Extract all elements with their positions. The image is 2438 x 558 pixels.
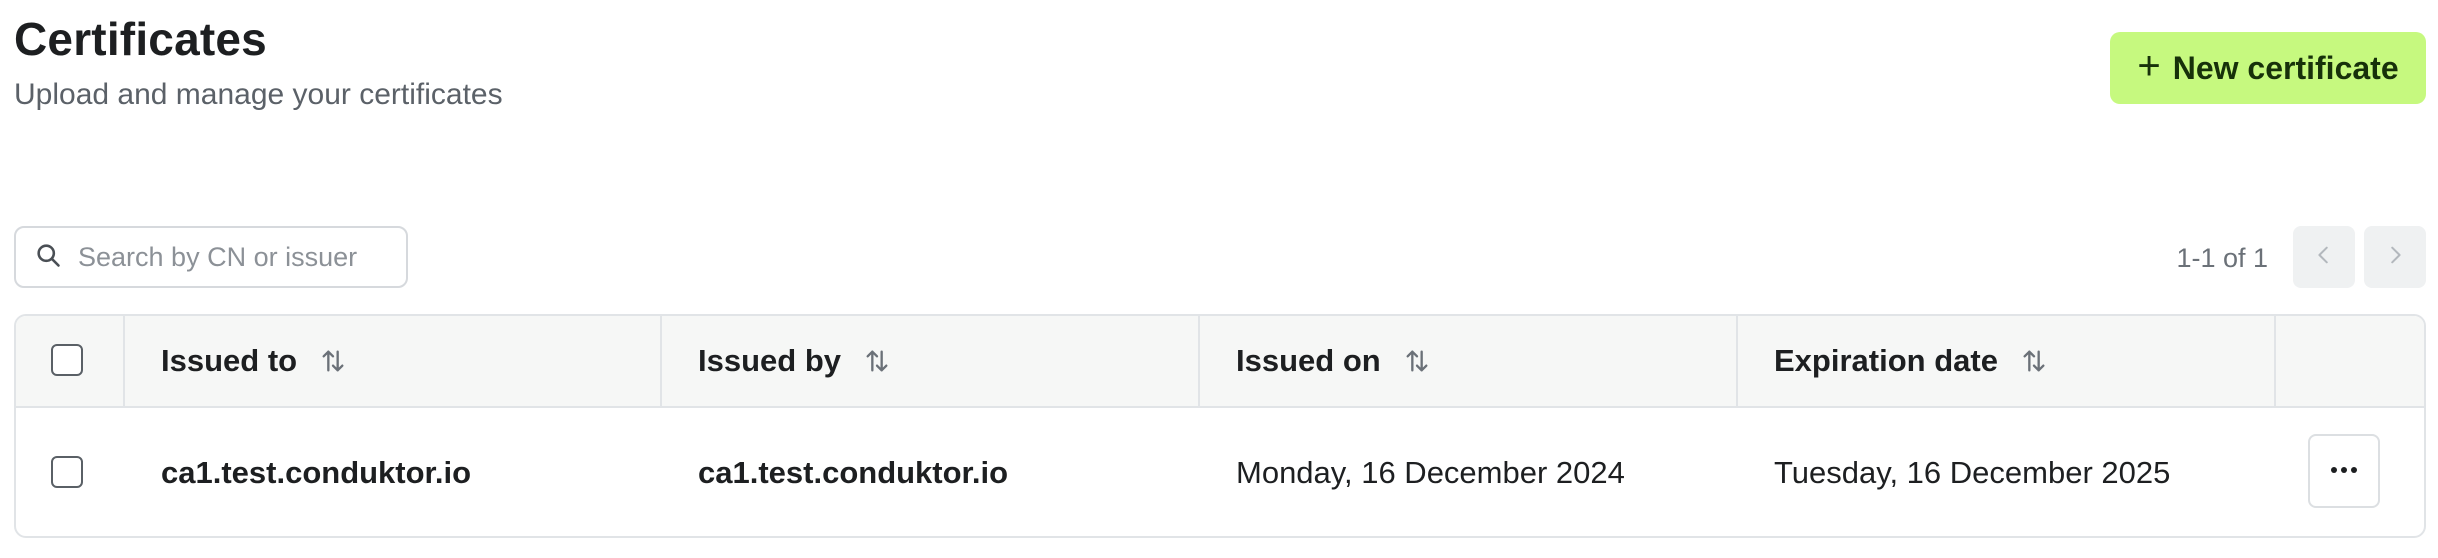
- column-divider: [2274, 316, 2276, 406]
- row-actions-button[interactable]: [2308, 434, 2380, 508]
- table-header: Issued to Issued by Issued on Expiration…: [16, 316, 2424, 408]
- search-input[interactable]: [76, 240, 380, 274]
- page-title: Certificates: [14, 13, 267, 65]
- column-header-label: Expiration date: [1774, 343, 1998, 378]
- chevron-left-icon: [2313, 244, 2335, 271]
- sort-icon: [863, 347, 891, 375]
- search-box[interactable]: [14, 226, 408, 288]
- pagination-range: 1-1 of 1: [2176, 243, 2268, 273]
- column-header-label: Issued on: [1236, 343, 1381, 378]
- chevron-right-icon: [2384, 244, 2406, 271]
- new-certificate-label: New certificate: [2172, 49, 2399, 86]
- next-page-button[interactable]: [2364, 226, 2426, 288]
- row-select-checkbox[interactable]: [51, 456, 83, 488]
- column-header-issued-to[interactable]: Issued to: [161, 316, 347, 406]
- column-divider: [1198, 316, 1200, 406]
- new-certificate-button[interactable]: + New certificate: [2110, 32, 2426, 104]
- previous-page-button[interactable]: [2293, 226, 2355, 288]
- column-divider: [123, 316, 125, 406]
- cell-issued-to: ca1.test.conduktor.io: [161, 455, 472, 490]
- column-divider: [1736, 316, 1738, 406]
- column-divider: [660, 316, 662, 406]
- cell-issued-by: ca1.test.conduktor.io: [698, 455, 1009, 490]
- select-all-checkbox[interactable]: [51, 344, 83, 376]
- column-header-issued-by[interactable]: Issued by: [698, 316, 891, 406]
- sort-icon: [2020, 347, 2048, 375]
- sort-icon: [319, 347, 347, 375]
- page-subtitle: Upload and manage your certificates: [14, 78, 503, 111]
- column-header-expiration-date[interactable]: Expiration date: [1774, 316, 2048, 406]
- cell-expiration-date: Tuesday, 16 December 2025: [1774, 455, 2171, 490]
- certificates-table: Issued to Issued by Issued on Expiration…: [14, 314, 2426, 538]
- column-header-issued-on[interactable]: Issued on: [1236, 316, 1431, 406]
- more-horizontal-icon: [2329, 462, 2359, 480]
- search-icon: [34, 241, 62, 274]
- cell-issued-on: Monday, 16 December 2024: [1236, 455, 1625, 490]
- sort-icon: [1403, 347, 1431, 375]
- column-header-label: Issued to: [161, 343, 298, 378]
- plus-icon: +: [2137, 44, 2161, 88]
- column-header-label: Issued by: [698, 343, 841, 378]
